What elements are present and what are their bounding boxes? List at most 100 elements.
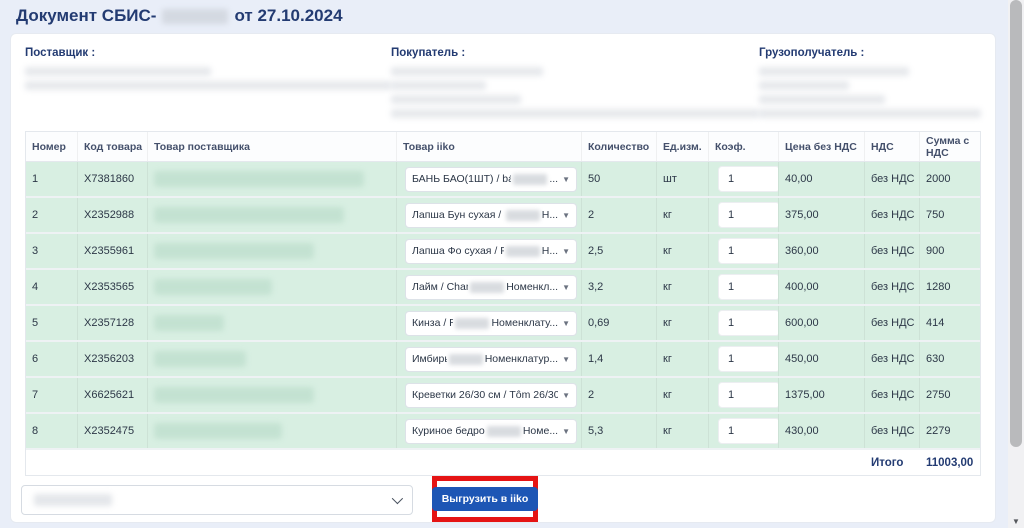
- iiko-product-select[interactable]: Куриное бедро / Đùi gà ( Номе... ▼: [405, 419, 577, 444]
- cell-iiko: Лапша Фо сухая / Phở khô ( Н... ▼: [397, 234, 582, 268]
- redacted-supplier-product: [154, 351, 246, 367]
- cell-price: 430,00: [779, 414, 865, 448]
- table-row: 8 X2352475 Куриное бедро / Đùi gà ( Номе…: [26, 414, 980, 450]
- iiko-product-select[interactable]: Имбирь / Gừng ( Номенклатур... ▼: [405, 347, 577, 372]
- cell-unit: кг: [657, 306, 709, 340]
- cell-code: X2355961: [78, 234, 148, 268]
- iiko-product-select[interactable]: Лапша Фо сухая / Phở khô ( Н... ▼: [405, 239, 577, 264]
- redacted-text: [391, 95, 521, 104]
- cell-supplier: [148, 342, 397, 376]
- cell-supplier: [148, 306, 397, 340]
- cell-coef: [709, 414, 779, 448]
- supplier-label: Поставщик :: [25, 47, 391, 59]
- cell-code: X2352475: [78, 414, 148, 448]
- col-number: Номер: [26, 132, 78, 161]
- redacted-text: [759, 95, 885, 104]
- dropdown-caret-icon: ▼: [558, 319, 570, 328]
- iiko-product-label: Лайм / Chanh xanh (: [412, 281, 468, 293]
- col-iiko: Товар iiko: [397, 132, 582, 161]
- cell-quantity: 5,3: [582, 414, 657, 448]
- cell-price: 450,00: [779, 342, 865, 376]
- cell-quantity: 2: [582, 198, 657, 232]
- redacted-supplier-product: [154, 423, 282, 439]
- iiko-product-label: Имбирь / Gừng (: [412, 353, 447, 365]
- cell-iiko: Лайм / Chanh xanh ( Номенкл... ▼: [397, 270, 582, 304]
- iiko-product-select[interactable]: Лайм / Chanh xanh ( Номенкл... ▼: [405, 275, 577, 300]
- scroll-down-arrow-icon[interactable]: ▼: [1008, 517, 1024, 526]
- cell-sum: 630: [920, 342, 980, 376]
- iiko-product-label: Креветки 26/30 см / Tôm 26/30 đôn...: [412, 389, 558, 401]
- redacted-text: [25, 67, 211, 76]
- coefficient-input[interactable]: [718, 346, 779, 372]
- cell-code: X2353565: [78, 270, 148, 304]
- cell-number: 2: [26, 198, 78, 232]
- cell-code: X2356203: [78, 342, 148, 376]
- coefficient-input[interactable]: [718, 202, 779, 228]
- cell-quantity: 2,5: [582, 234, 657, 268]
- coefficient-input[interactable]: [718, 166, 779, 192]
- total-value: 11003,00: [920, 457, 980, 469]
- redacted-supplier-product: [154, 207, 344, 223]
- dropdown-caret-icon: ▼: [558, 211, 570, 220]
- table-row: 5 X2357128 Кинза / Rau mùi ( Номенклату.…: [26, 306, 980, 342]
- cell-vat: без НДС: [865, 342, 920, 376]
- total-row: Итого 11003,00: [26, 450, 980, 475]
- iiko-product-label-tail: Н...: [542, 245, 558, 257]
- redacted-iiko-fragment: [470, 282, 504, 293]
- cell-iiko: Куриное бедро / Đùi gà ( Номе... ▼: [397, 414, 582, 448]
- dropdown-caret-icon: ▼: [558, 283, 570, 292]
- cell-sum: 2279: [920, 414, 980, 448]
- cell-coef: [709, 198, 779, 232]
- buyer-label: Покупатель :: [391, 47, 759, 59]
- cell-iiko: Кинза / Rau mùi ( Номенклату... ▼: [397, 306, 582, 340]
- parties-section: Поставщик : Покупатель : Грузополучатель…: [11, 34, 995, 131]
- table-row: 3 X2355961 Лапша Фо сухая / Phở khô ( Н.…: [26, 234, 980, 270]
- cell-code: X2357128: [78, 306, 148, 340]
- cell-number: 1: [26, 162, 78, 196]
- coefficient-input[interactable]: [718, 382, 779, 408]
- total-label: Итого: [865, 457, 920, 469]
- cell-vat: без НДС: [865, 414, 920, 448]
- iiko-product-label-tail: Номе...: [523, 425, 558, 437]
- export-to-iiko-button[interactable]: Выгрузить в iiko: [432, 487, 539, 511]
- redacted-text: [391, 81, 486, 90]
- cell-number: 5: [26, 306, 78, 340]
- cell-supplier: [148, 414, 397, 448]
- redacted-text: [759, 81, 849, 90]
- cell-unit: кг: [657, 378, 709, 412]
- iiko-product-select[interactable]: Креветки 26/30 см / Tôm 26/30 đôn... ▼: [405, 383, 577, 408]
- iiko-product-label-tail: Номенклату...: [491, 317, 558, 329]
- cell-unit: кг: [657, 234, 709, 268]
- iiko-product-select[interactable]: Лапша Бун сухая / Bún khô ( Н... ▼: [405, 203, 577, 228]
- cell-supplier: [148, 234, 397, 268]
- iiko-product-label-tail: Номенклатур...: [485, 353, 558, 365]
- cell-coef: [709, 306, 779, 340]
- cell-unit: шт: [657, 162, 709, 196]
- dropdown-caret-icon: ▼: [558, 175, 570, 184]
- redacted-text: [391, 67, 543, 76]
- coefficient-input[interactable]: [718, 418, 779, 444]
- coefficient-input[interactable]: [718, 310, 779, 336]
- export-target-select[interactable]: [21, 485, 413, 515]
- iiko-product-select[interactable]: Кинза / Rau mùi ( Номенклату... ▼: [405, 311, 577, 336]
- iiko-product-label: Кинза / Rau mùi (: [412, 317, 453, 329]
- consignee-label: Грузополучатель :: [759, 47, 981, 59]
- vertical-scrollbar[interactable]: ▼: [1008, 0, 1024, 528]
- cell-quantity: 1,4: [582, 342, 657, 376]
- table-row: 2 X2352988 Лапша Бун сухая / Bún khô ( Н…: [26, 198, 980, 234]
- cell-coef: [709, 162, 779, 196]
- iiko-product-select[interactable]: БАНЬ БАО(1ШТ) / bánh bao ( ... ▼: [405, 167, 577, 192]
- cell-sum: 750: [920, 198, 980, 232]
- redacted-text: [391, 109, 759, 118]
- consignee-block: Грузополучатель :: [759, 47, 981, 131]
- dropdown-caret-icon: ▼: [558, 247, 570, 256]
- scrollbar-thumb[interactable]: [1010, 0, 1022, 447]
- cell-vat: без НДС: [865, 378, 920, 412]
- coefficient-input[interactable]: [718, 238, 779, 264]
- col-qty: Количество: [582, 132, 657, 161]
- redacted-text: [25, 81, 391, 90]
- redacted-supplier-product: [154, 387, 314, 403]
- cell-supplier: [148, 270, 397, 304]
- cell-price: 600,00: [779, 306, 865, 340]
- coefficient-input[interactable]: [718, 274, 779, 300]
